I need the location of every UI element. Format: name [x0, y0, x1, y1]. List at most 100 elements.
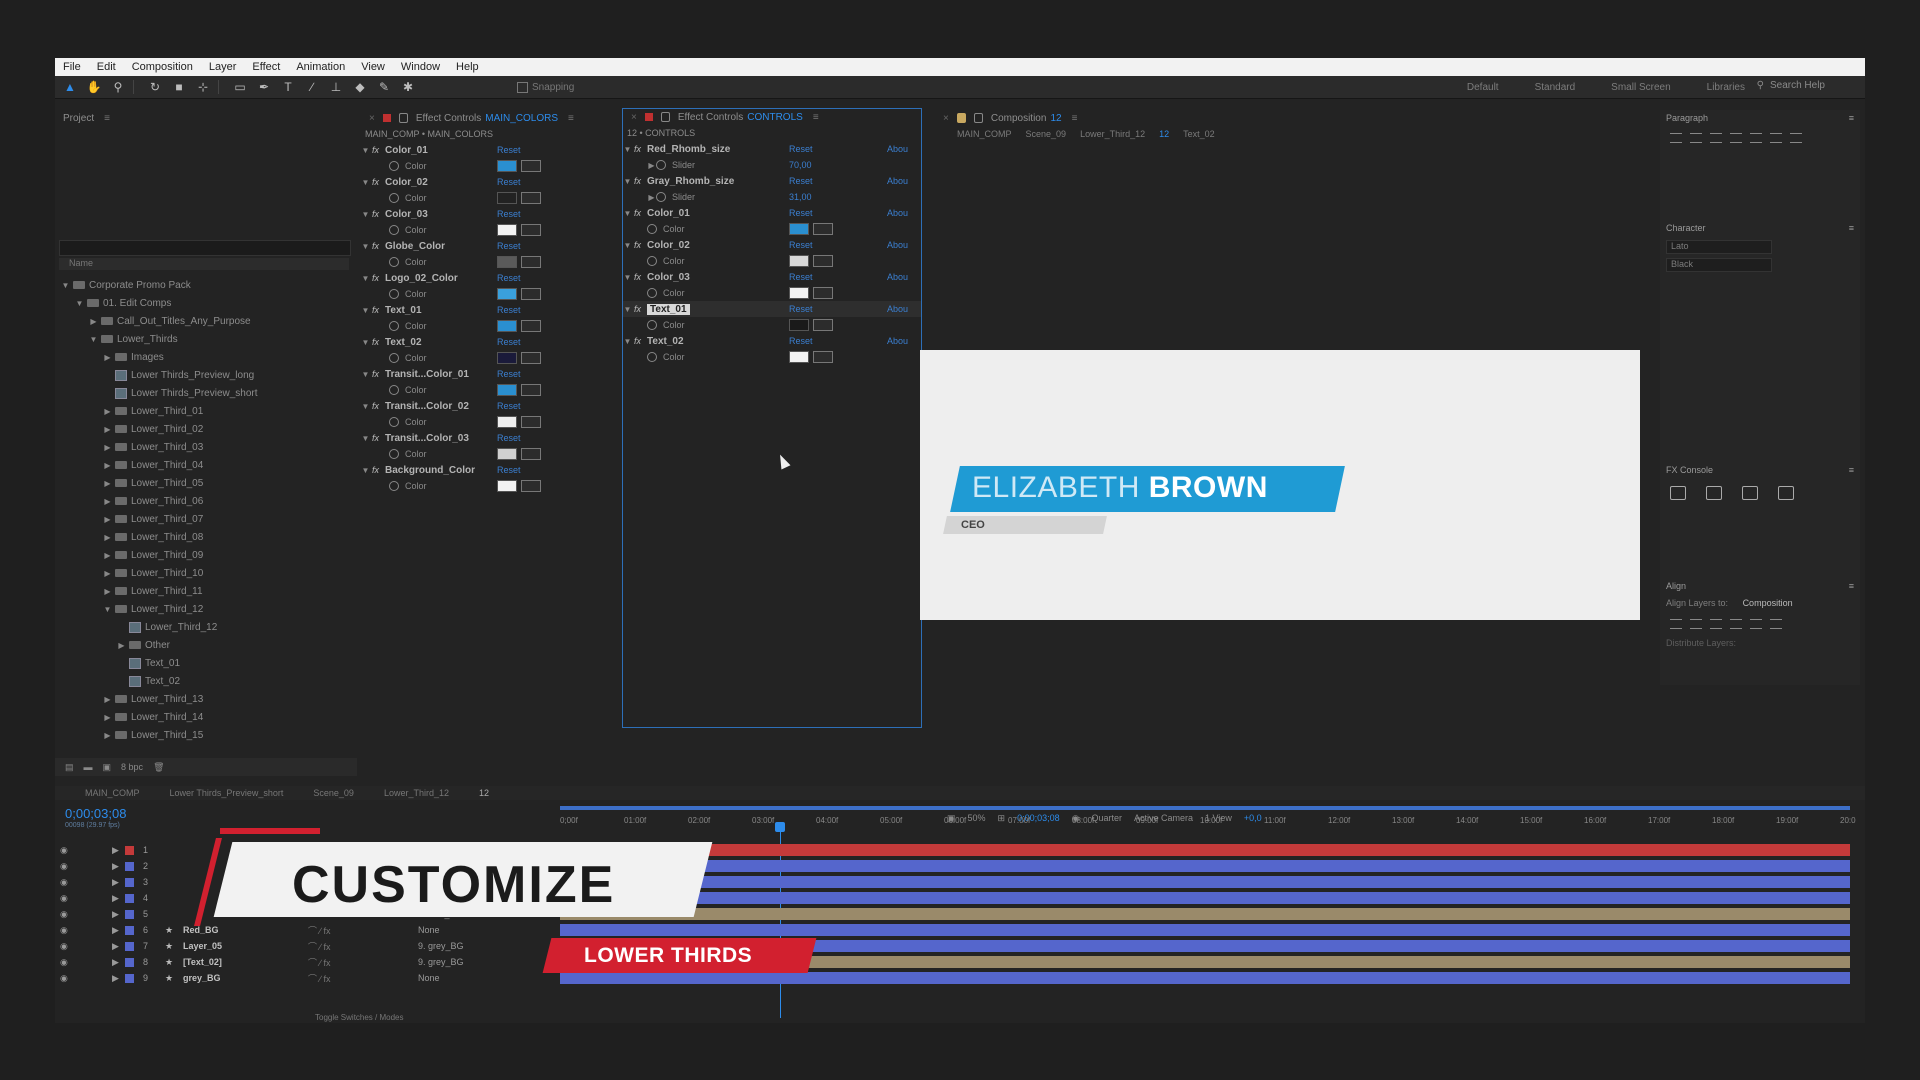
align-top-edges-icon[interactable]	[1730, 619, 1742, 629]
project-column-header[interactable]: Name	[59, 258, 349, 270]
project-item[interactable]: ▶ Lower_Third_03	[59, 438, 349, 456]
layer-row[interactable]: ◉ ▶ 9 ★ grey_BG ⌒ ∕ fx None	[55, 970, 515, 986]
panel-menu-icon[interactable]: ≡	[1849, 113, 1854, 123]
stopwatch-icon[interactable]	[389, 449, 399, 459]
about-link[interactable]: Abou	[887, 336, 908, 346]
stopwatch-icon[interactable]	[647, 320, 657, 330]
color-swatch[interactable]	[789, 287, 809, 299]
eyedropper-icon[interactable]	[521, 320, 541, 332]
project-item[interactable]: ▼ Lower_Thirds	[59, 330, 349, 348]
reset-link[interactable]: Reset	[497, 369, 521, 379]
font-family-dropdown[interactable]: Lato	[1666, 240, 1772, 254]
color-swatch[interactable]	[497, 320, 517, 332]
reset-link[interactable]: Reset	[789, 144, 813, 154]
label-color[interactable]	[125, 893, 134, 903]
eyedropper-icon[interactable]	[521, 352, 541, 364]
project-item[interactable]: ▼ Corporate Promo Pack	[59, 276, 349, 294]
rotate-tool-icon[interactable]: ↻	[146, 78, 164, 96]
project-item[interactable]: Lower_Third_12	[59, 618, 349, 636]
project-item[interactable]: ▶ Lower_Third_01	[59, 402, 349, 420]
reset-link[interactable]: Reset	[789, 304, 813, 314]
stopwatch-icon[interactable]	[389, 289, 399, 299]
stopwatch-icon[interactable]	[389, 225, 399, 235]
about-link[interactable]: Abou	[887, 176, 908, 186]
chevron-down-icon[interactable]: ▼	[361, 434, 370, 443]
chevron-down-icon[interactable]: ▼	[361, 466, 370, 475]
color-swatch[interactable]	[497, 160, 517, 172]
stopwatch-icon[interactable]	[656, 160, 666, 170]
eye-icon[interactable]: ◉	[60, 925, 68, 936]
stopwatch-icon[interactable]	[647, 224, 657, 234]
lock-icon[interactable]	[973, 113, 983, 123]
reset-link[interactable]: Reset	[497, 145, 521, 155]
eyedropper-icon[interactable]	[521, 160, 541, 172]
close-icon[interactable]: ×	[943, 113, 949, 124]
eye-icon[interactable]: ◉	[60, 845, 68, 856]
effect-row[interactable]: ▼ fx Background_Color Reset	[361, 462, 613, 478]
project-item[interactable]: ▶ Lower_Third_13	[59, 690, 349, 708]
reset-link[interactable]: Reset	[497, 209, 521, 219]
reset-link[interactable]: Reset	[789, 176, 813, 186]
layer-switches[interactable]: ⌒ ∕ fx	[308, 972, 331, 985]
project-item[interactable]: ▶ Lower_Third_09	[59, 546, 349, 564]
chevron-down-icon[interactable]: ▼	[623, 177, 632, 186]
effect-row[interactable]: ▼ fx Color_03 Reset	[361, 206, 613, 222]
menu-composition[interactable]: Composition	[124, 61, 201, 73]
reset-link[interactable]: Reset	[497, 433, 521, 443]
current-time[interactable]: 0;00;03;08	[65, 806, 126, 821]
about-link[interactable]: Abou	[887, 272, 908, 282]
color-swatch[interactable]	[497, 192, 517, 204]
work-area-bar[interactable]	[560, 806, 1850, 810]
eyedropper-icon[interactable]	[521, 224, 541, 236]
font-style-dropdown[interactable]: Black	[1666, 258, 1772, 272]
reset-link[interactable]: Reset	[789, 208, 813, 218]
chevron-down-icon[interactable]: ▼	[361, 402, 370, 411]
color-swatch[interactable]	[497, 352, 517, 364]
type-tool-icon[interactable]: T	[279, 78, 297, 96]
eye-icon[interactable]: ◉	[60, 893, 68, 904]
effect-row[interactable]: ▼ fx Text_02 Reset	[361, 334, 613, 350]
reset-link[interactable]: Reset	[789, 272, 813, 282]
time-ruler[interactable]: 0;00f 01:00f 02:00f 03:00f 04:00f 05:00f 06:00…	[560, 806, 1856, 832]
workspace-small-screen[interactable]: Small Screen	[1611, 82, 1670, 93]
snapping-checkbox[interactable]	[517, 81, 528, 93]
close-icon[interactable]: ×	[631, 112, 637, 123]
eyedropper-icon[interactable]	[521, 416, 541, 428]
selection-tool-icon[interactable]: ▲	[61, 78, 79, 96]
comp-viewer[interactable]: ELIZABETH BROWN CEO	[920, 350, 1640, 620]
eye-icon[interactable]: ◉	[60, 973, 68, 984]
label-color[interactable]	[125, 925, 134, 935]
trash-icon[interactable]: 🗑	[153, 762, 164, 773]
justify-right-icon[interactable]	[1770, 133, 1782, 143]
eyedropper-icon[interactable]	[521, 480, 541, 492]
color-swatch[interactable]	[789, 255, 809, 267]
workspace-standard[interactable]: Standard	[1535, 82, 1576, 93]
menu-animation[interactable]: Animation	[288, 61, 353, 73]
lock-icon[interactable]	[660, 112, 670, 122]
chevron-right-icon[interactable]: ▶	[112, 909, 119, 920]
chevron-down-icon[interactable]: ▼	[361, 370, 370, 379]
align-horizontal-center-icon[interactable]	[1690, 619, 1702, 629]
breadcrumb-item[interactable]: Scene_09	[1026, 129, 1067, 139]
project-item[interactable]: ▶ Lower_Third_04	[59, 456, 349, 474]
brush-tool-icon[interactable]: ∕	[303, 78, 321, 96]
stopwatch-icon[interactable]	[389, 385, 399, 395]
chevron-right-icon[interactable]: ▶	[117, 641, 126, 650]
eye-icon[interactable]: ◉	[60, 861, 68, 872]
reset-link[interactable]: Reset	[497, 305, 521, 315]
new-comp-icon[interactable]: ▣	[103, 762, 112, 773]
chevron-down-icon[interactable]: ▼	[623, 305, 632, 314]
menu-edit[interactable]: Edit	[89, 61, 124, 73]
layer-row[interactable]: ◉ ▶ 8 ★ [Text_02] ⌒ ∕ fx 9. grey_BG	[55, 954, 515, 970]
breadcrumb-item[interactable]: Lower_Third_12	[1080, 129, 1145, 139]
eyedropper-icon[interactable]	[521, 192, 541, 204]
chevron-right-icon[interactable]: ▶	[103, 695, 112, 704]
chevron-right-icon[interactable]: ▶	[103, 443, 112, 452]
chevron-right-icon[interactable]: ▶	[103, 407, 112, 416]
effect-row[interactable]: ▼ fx Color_02 Reset	[361, 174, 613, 190]
align-right-edges-icon[interactable]	[1710, 619, 1722, 629]
align-bottom-edges-icon[interactable]	[1770, 619, 1782, 629]
chevron-right-icon[interactable]: ▶	[112, 957, 119, 968]
chevron-right-icon[interactable]: ▶	[103, 587, 112, 596]
new-folder-icon[interactable]: ▬	[84, 762, 93, 772]
